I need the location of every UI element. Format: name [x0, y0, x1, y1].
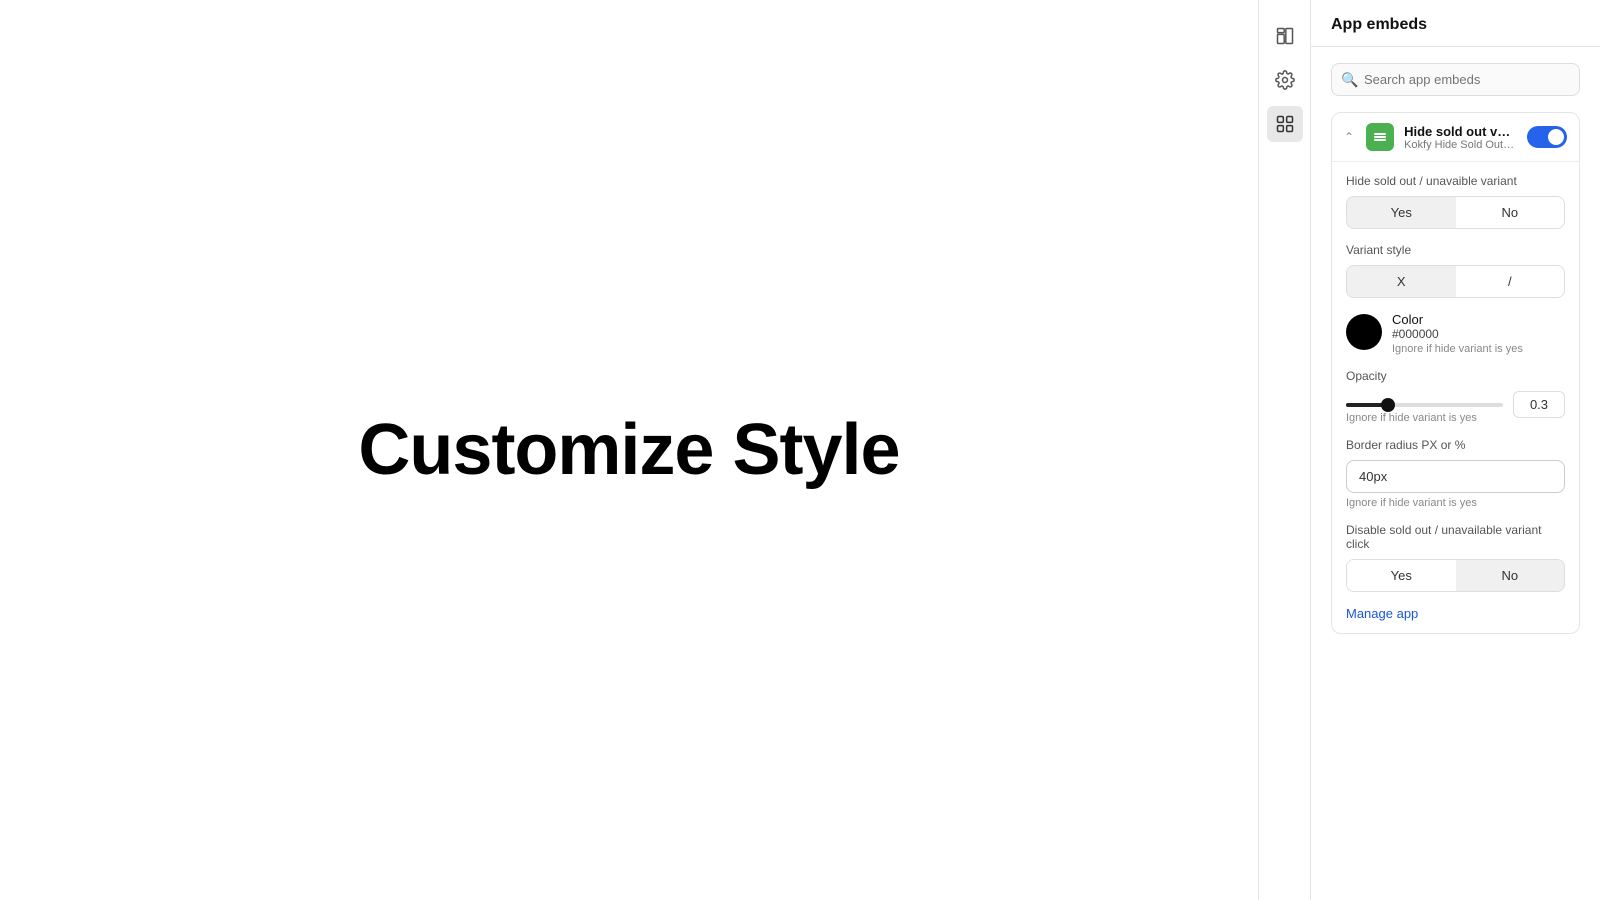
settings-icon[interactable] [1267, 62, 1303, 98]
search-icon: 🔍 [1341, 71, 1358, 88]
search-input[interactable] [1331, 63, 1580, 96]
slider-track [1346, 403, 1503, 407]
panel-body: 🔍 ⌃ Hide sold out variant [1311, 47, 1600, 900]
disable-no-button[interactable]: No [1456, 560, 1565, 591]
variant-style-field: Variant style X / [1346, 243, 1565, 298]
opacity-label: Opacity [1346, 369, 1565, 383]
border-radius-field: Border radius PX or % Ignore if hide var… [1346, 438, 1565, 509]
color-row: Color #000000 Ignore if hide variant is … [1346, 312, 1565, 355]
color-field: Color #000000 Ignore if hide variant is … [1346, 312, 1565, 355]
color-note: Ignore if hide variant is yes [1392, 343, 1523, 355]
disable-variant-label: Disable sold out / unavailable variant c… [1346, 523, 1565, 551]
variant-style-group: X / [1346, 265, 1565, 298]
embed-item-body: Hide sold out / unavaible variant Yes No… [1332, 161, 1579, 633]
manage-app-link[interactable]: Manage app [1346, 606, 1565, 621]
embed-name: Hide sold out variant [1404, 124, 1517, 139]
embed-toggle[interactable] [1527, 126, 1567, 148]
hide-variant-group: Yes No [1346, 196, 1565, 229]
opacity-value[interactable]: 0.3 [1513, 391, 1565, 418]
app-icon [1366, 123, 1394, 151]
opacity-field: Opacity 0.3 Ignore if hide variant is ye… [1346, 369, 1565, 424]
panel: App embeds 🔍 ⌃ [1310, 0, 1600, 900]
variant-x-button[interactable]: X [1347, 266, 1456, 297]
hide-no-button[interactable]: No [1456, 197, 1565, 228]
embed-subtitle: Kokfy Hide Sold Out Varia... [1404, 139, 1517, 151]
slider-thumb [1381, 398, 1395, 412]
color-label: Color [1392, 312, 1523, 327]
toggle-thumb [1548, 129, 1564, 145]
color-swatch[interactable] [1346, 314, 1382, 350]
apps-icon[interactable] [1267, 106, 1303, 142]
disable-yes-button[interactable]: Yes [1347, 560, 1456, 591]
border-radius-input[interactable] [1346, 460, 1565, 493]
variant-style-label: Variant style [1346, 243, 1565, 257]
disable-variant-field: Disable sold out / unavailable variant c… [1346, 523, 1565, 592]
panel-header: App embeds [1311, 0, 1600, 47]
embed-item-info: Hide sold out variant Kokfy Hide Sold Ou… [1404, 124, 1517, 151]
hide-variant-field: Hide sold out / unavaible variant Yes No [1346, 174, 1565, 229]
color-hex: #000000 [1392, 327, 1523, 341]
variant-slash-button[interactable]: / [1456, 266, 1565, 297]
chevron-up-icon: ⌃ [1344, 130, 1354, 144]
embed-item-header[interactable]: ⌃ Hide sold out variant Kokfy Hide Sold … [1332, 113, 1579, 161]
embed-item: ⌃ Hide sold out variant Kokfy Hide Sold … [1331, 112, 1580, 634]
page-title: Customize Style [358, 409, 899, 491]
hide-variant-label: Hide sold out / unavaible variant [1346, 174, 1565, 188]
toggle-track [1527, 126, 1567, 148]
disable-variant-group: Yes No [1346, 559, 1565, 592]
search-wrapper: 🔍 [1331, 63, 1580, 96]
opacity-slider[interactable] [1346, 403, 1503, 407]
icon-toolbar [1258, 0, 1310, 900]
panel-title: App embeds [1331, 16, 1427, 33]
layout-icon[interactable] [1267, 18, 1303, 54]
main-content: Customize Style [0, 0, 1258, 900]
color-info: Color #000000 Ignore if hide variant is … [1392, 312, 1523, 355]
border-radius-label: Border radius PX or % [1346, 438, 1565, 452]
border-note: Ignore if hide variant is yes [1346, 497, 1565, 509]
sidebar-wrapper: App embeds 🔍 ⌃ [1258, 0, 1600, 900]
hide-yes-button[interactable]: Yes [1347, 197, 1456, 228]
